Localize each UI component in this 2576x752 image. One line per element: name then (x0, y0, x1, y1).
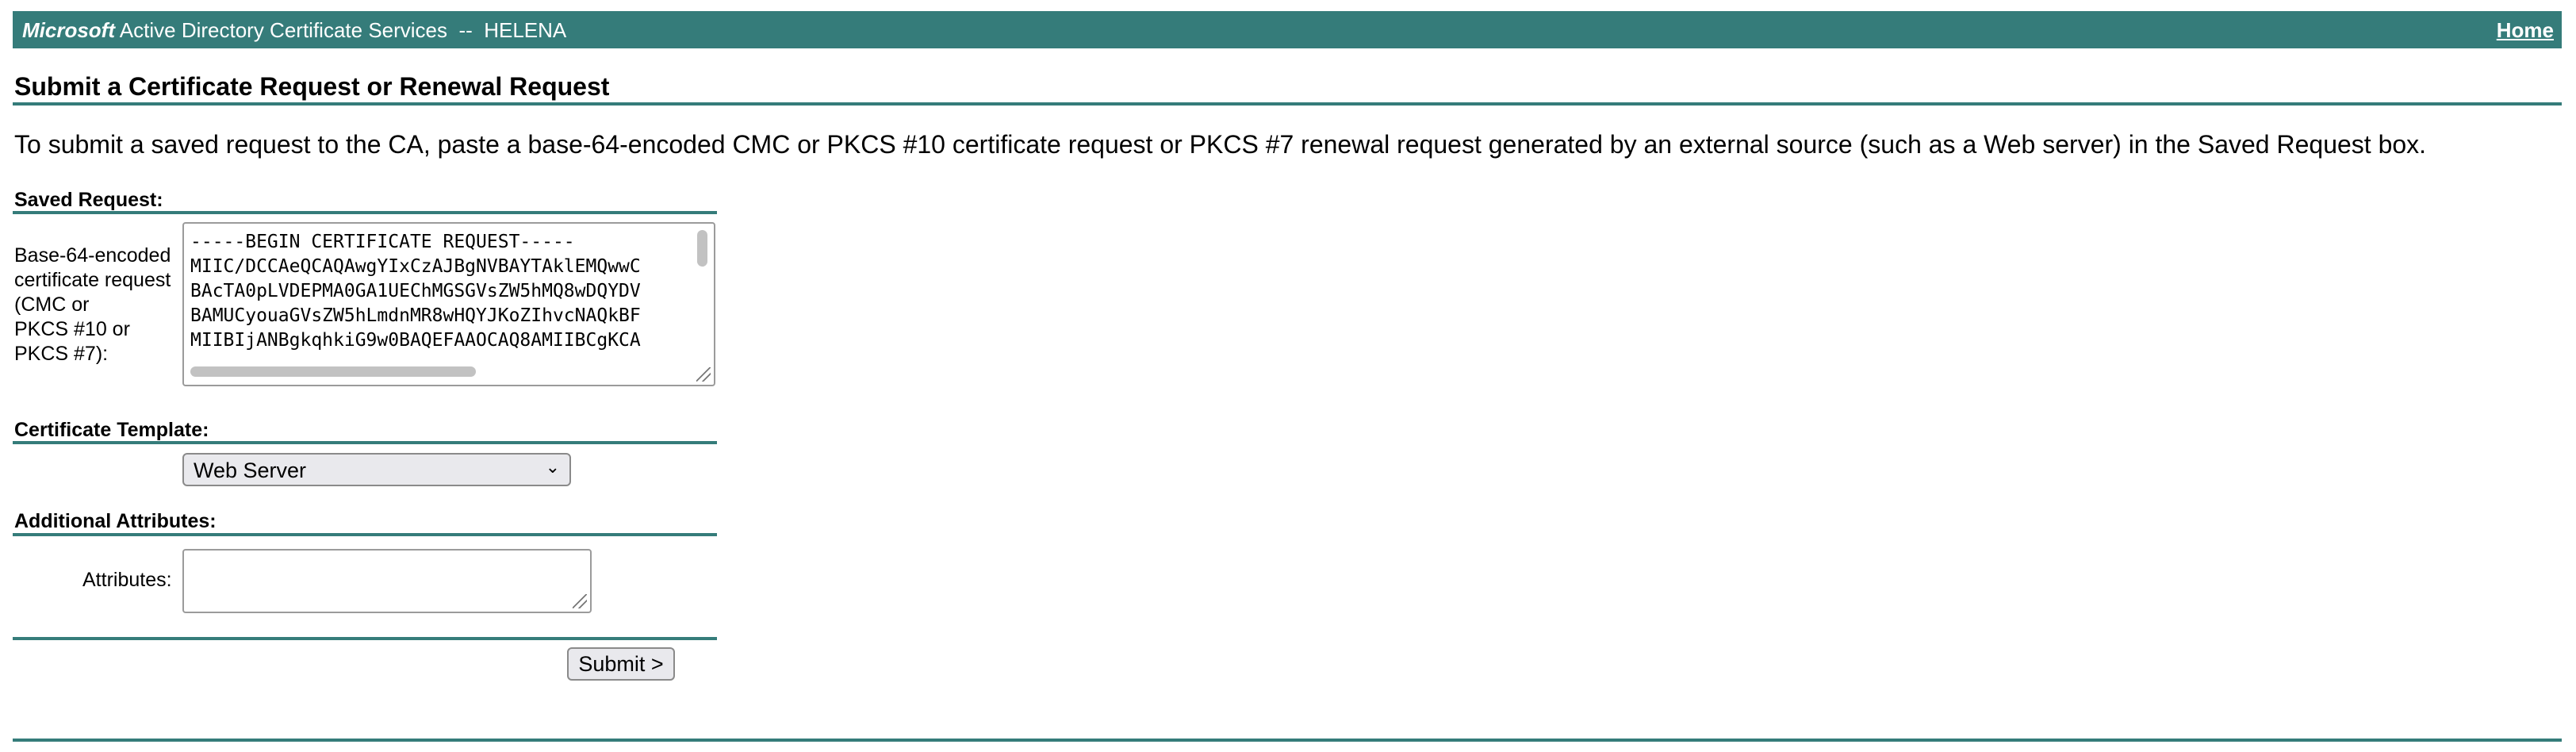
saved-request-label: Base-64-encoded certificate request (CMC… (14, 244, 171, 366)
request-line: MIIBIjANBgkqhkiG9w0BAQEFAAOCAQ8AMIIBCgKC… (190, 330, 641, 351)
intro-text: To submit a saved request to the CA, pas… (14, 130, 2427, 159)
resize-grip-icon[interactable] (696, 367, 711, 382)
selected-template: Web Server (194, 458, 307, 482)
brand-name: Microsoft (22, 18, 115, 42)
attributes-textarea[interactable] (182, 549, 592, 613)
request-line: BAcTA0pLVDEPMA0GA1UEChMGSGVsZW5hMQ8wDQYD… (190, 281, 641, 301)
service-name: Active Directory Certificate Services --… (115, 18, 567, 42)
label-line: (CMC or (14, 294, 90, 316)
certificate-template-divider (13, 441, 717, 444)
saved-request-divider (13, 211, 717, 214)
form-divider (13, 637, 717, 640)
horizontal-scrollbar[interactable] (190, 366, 476, 377)
saved-request-textarea[interactable]: -----BEGIN CERTIFICATE REQUEST----- MIIC… (182, 222, 715, 386)
attributes-label: Attributes: (82, 569, 172, 591)
page-title: Submit a Certificate Request or Renewal … (14, 72, 610, 101)
request-line: BAMUCyouaGVsZW5hLmdnMR8wHQYJKoZIhvcNAQkB… (190, 305, 641, 326)
label-line: Base-64-encoded (14, 244, 171, 267)
title-bar: Microsoft Active Directory Certificate S… (13, 11, 2562, 48)
label-line: PKCS #10 or (14, 318, 130, 340)
footer-divider (13, 739, 2562, 742)
request-line: -----BEGIN CERTIFICATE REQUEST----- (190, 232, 575, 252)
certificate-template-select[interactable]: Web Server ⌄ (182, 453, 571, 486)
app-title: Microsoft Active Directory Certificate S… (22, 18, 566, 43)
label-line: PKCS #7): (14, 343, 109, 365)
additional-attributes-divider (13, 533, 717, 536)
chevron-down-icon: ⌄ (545, 457, 560, 477)
resize-grip-icon[interactable] (573, 594, 587, 608)
home-link[interactable]: Home (2497, 18, 2554, 43)
additional-attributes-heading: Additional Attributes: (14, 510, 217, 532)
saved-request-heading: Saved Request: (14, 189, 163, 211)
request-line: MIIC/DCCAeQCAQAwgYIxCzAJBgNVBAYTAklEMQww… (190, 256, 641, 277)
label-line: certificate request (14, 269, 171, 291)
submit-button[interactable]: Submit > (567, 647, 675, 681)
certificate-template-heading: Certificate Template: (14, 419, 209, 441)
title-divider (13, 102, 2562, 106)
vertical-scrollbar[interactable] (697, 230, 707, 267)
saved-request-content: -----BEGIN CERTIFICATE REQUEST----- MIIC… (184, 230, 692, 353)
